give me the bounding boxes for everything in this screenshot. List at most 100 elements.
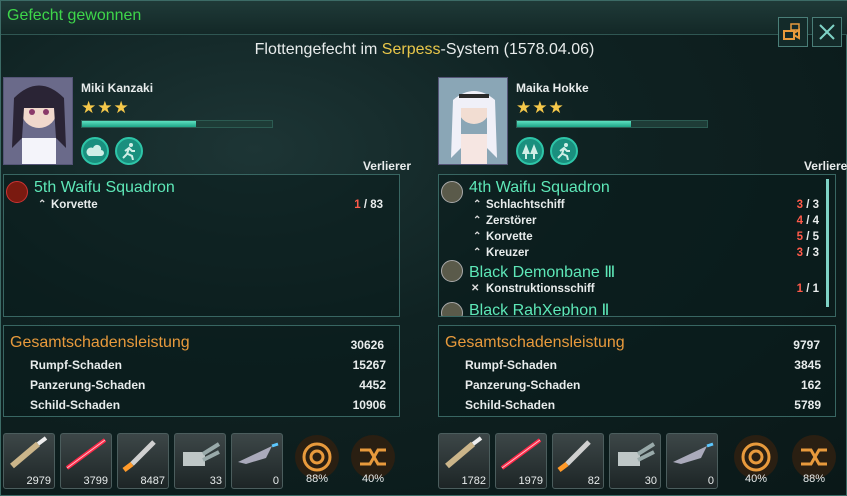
ship-count: 1 / 83 [354,199,383,211]
damage-value: 10906 [352,398,386,412]
system-link[interactable]: Serpess [382,41,441,58]
right-combatant: Maika Hokke ★★★ Verlierer 4th Waifu Squa… [438,77,847,496]
laser-weapon-tile[interactable]: 3799 [60,433,112,489]
weapon-damage: 8487 [140,475,165,487]
point-defense-tile[interactable]: 33 [174,433,226,489]
shield-damage-row: Schild-Schaden 10906 [30,398,386,412]
weapon-damage: 1979 [518,475,543,487]
damage-title: Gesamtschadensleistung [445,334,625,351]
running-figure-icon [557,143,570,160]
ship-class-icon: ⌃ [473,215,482,226]
close-icon [819,24,835,40]
leader-xp-bar [516,120,708,128]
kinetic-weapon-tile[interactable]: 1782 [438,433,490,489]
missile-weapon-tile[interactable]: 82 [552,433,604,489]
trait-2[interactable] [115,137,143,165]
hull-damage-row: Rumpf-Schaden 15267 [30,358,386,372]
fleet-entry[interactable]: 4th Waifu Squadron [439,179,835,203]
strike-craft-icon [238,442,279,464]
ships-total: / 4 [806,215,819,227]
turret-icon [183,442,221,466]
weapon-stats: 2979 3799 8487 33 0 88% 40% [3,433,415,493]
missile-weapon-tile[interactable]: 8487 [117,433,169,489]
leader-portrait[interactable] [438,77,508,165]
damage-label: Rumpf-Schaden [30,358,123,372]
trait-1[interactable] [81,137,109,165]
fleet-name: Black Demonbane Ⅲ [469,264,616,281]
ship-count: 1 / 1 [797,283,819,295]
damage-value: 15267 [352,358,386,372]
damage-title: Gesamtschadensleistung [10,334,190,351]
damage-value: 4452 [359,378,386,392]
laser-weapon-tile[interactable]: 1979 [495,433,547,489]
laser-icon [65,438,107,470]
fleet-list: 5th Waifu Squadron ⌃ Korvette 1 / 83 [3,174,400,317]
evasion-stat[interactable]: 40% [351,435,395,485]
fleet-entry[interactable]: Black RahXephon Ⅱ [439,300,835,317]
damage-summary: Gesamtschadensleistung 30626 Rumpf-Schad… [3,325,400,417]
accuracy-stat[interactable]: 40% [734,435,778,485]
damage-value: 5789 [794,398,821,412]
ships-lost: 3 [796,199,803,211]
mass-driver-icon [10,436,48,469]
fleet-entry[interactable]: Black Demonbane Ⅲ [439,260,835,282]
laser-icon [500,438,542,470]
fleet-name: Black RahXephon Ⅱ [469,302,610,317]
battle-result-window: Gefecht gewonnen Flottengefecht im Serpe… [0,0,847,496]
ship-row: ⌃ Kreuzer 3 / 3 [439,246,835,262]
ship-count: 5 / 5 [797,231,819,243]
missile-icon [557,440,591,472]
ships-total: / 83 [363,199,383,211]
subtitle-prefix: Flottengefecht im [254,41,382,58]
leader-portrait[interactable] [3,77,73,165]
result-label: Verlierer [362,159,411,173]
ship-count: 3 / 3 [797,247,819,259]
evasion-stat[interactable]: 88% [792,435,836,485]
left-combatant: Miki Kanzaki ★★★ Verlierer 5th Waifu Squ… [3,77,415,496]
camera-icon [783,23,800,40]
leader-portrait-image [4,78,72,164]
ship-row: ⌃ Korvette 1 / 83 [4,198,399,214]
turret-icon [618,442,656,466]
weapon-damage: 0 [272,475,279,487]
fleet-name: 5th Waifu Squadron [34,179,175,196]
ship-class-icon: ⌃ [473,247,482,258]
weapon-damage: 30 [644,475,657,487]
xp-fill [517,121,631,127]
missile-icon [122,440,156,472]
ship-type: Kreuzer [486,247,529,259]
ships-total: / 3 [806,199,819,211]
strike-craft-tile[interactable]: 0 [231,433,283,489]
fleet-name: 4th Waifu Squadron [469,179,610,196]
point-defense-tile[interactable]: 30 [609,433,661,489]
kinetic-weapon-tile[interactable]: 2979 [3,433,55,489]
damage-label: Panzerung-Schaden [30,378,146,392]
damage-summary: Gesamtschadensleistung 9797 Rumpf-Schade… [438,325,836,417]
shield-damage-row: Schild-Schaden 5789 [465,398,821,412]
leader-portrait-image [439,78,507,164]
accuracy-stat[interactable]: 88% [295,435,339,485]
running-figure-icon [122,143,135,160]
trait-2[interactable] [550,137,578,165]
battle-subtitle: Flottengefecht im Serpess-System (1578.0… [1,41,847,59]
construction-tools-icon: ✕ [471,283,480,294]
ship-row: ⌃ Zerstörer 4 / 4 [439,214,835,230]
ships-lost: 3 [796,247,803,259]
accuracy-value: 88% [305,473,329,485]
weapon-damage: 33 [209,475,222,487]
ship-row: ⌃ Schlachtschiff 3 / 3 [439,198,835,214]
damage-label: Schild-Schaden [465,398,556,412]
weapon-stats: 1782 1979 82 30 0 40% 88% [438,433,847,493]
weapon-damage: 1782 [461,475,486,487]
leader-xp-bar [81,120,273,128]
armor-damage-row: Panzerung-Schaden 162 [465,378,821,392]
ship-type: Schlachtschiff [486,199,565,211]
ship-type: Konstruktionsschiff [486,283,595,295]
fleet-entry[interactable]: 5th Waifu Squadron [4,179,399,203]
damage-value: 162 [800,378,821,392]
ship-count: 4 / 4 [797,215,819,227]
trait-1[interactable] [516,137,544,165]
leader-name: Miki Kanzaki [81,81,154,95]
evasion-value: 40% [361,473,385,485]
strike-craft-tile[interactable]: 0 [666,433,718,489]
